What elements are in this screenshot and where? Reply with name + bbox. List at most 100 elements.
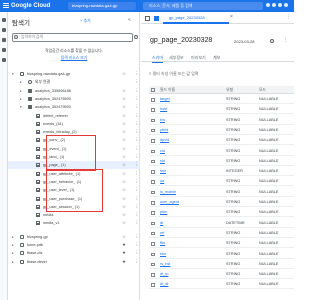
expand-chevron-icon[interactable]: ▸	[20, 78, 22, 86]
menu-icon[interactable]	[3, 3, 9, 9]
row-checkbox[interactable]	[151, 139, 155, 143]
star-icon[interactable]: ☆	[122, 161, 126, 169]
more-icon[interactable]: ⋮	[134, 203, 139, 211]
more-icon[interactable]: ⋮	[134, 120, 139, 128]
more-icon[interactable]: ⋮	[134, 103, 139, 111]
more-icon[interactable]: ⋮	[134, 78, 139, 86]
star-icon[interactable]: ☆	[122, 178, 126, 186]
explorer-search-input[interactable]: 입력하여 검색	[12, 33, 133, 42]
avatar[interactable]	[284, 3, 288, 7]
star-icon[interactable]: ☆	[122, 170, 126, 178]
expand-chevron-icon[interactable]: ▾	[12, 70, 14, 78]
project-selector[interactable]: bizspring-rawdata-ga4-gp	[68, 2, 136, 10]
tree-row[interactable]: ▸ analytics_352476590 ☆ ⋮	[8, 95, 140, 103]
more-icon[interactable]: ⋮	[134, 95, 139, 103]
star-icon[interactable]: ☆	[122, 203, 126, 211]
row-checkbox[interactable]	[151, 221, 155, 226]
tree-row[interactable]: ▸ bizspring-gp ☆ ⋮	[8, 233, 140, 241]
more-icon[interactable]: ⋮	[134, 170, 139, 178]
column-header-mode[interactable]: 모드	[259, 86, 266, 94]
select-all-checkbox[interactable]	[151, 88, 155, 92]
row-checkbox[interactable]	[151, 159, 155, 164]
more-icon[interactable]: ⋮	[134, 136, 139, 144]
star-icon[interactable]: ☆	[122, 87, 126, 95]
tab-details[interactable]: 세부정보	[169, 53, 184, 62]
search-icon[interactable]	[2, 28, 6, 32]
more-icon[interactable]: ⋮	[134, 178, 139, 186]
star-icon[interactable]: ☆	[122, 186, 126, 194]
field-name[interactable]: rs_hst	[160, 260, 170, 269]
row-checkbox[interactable]	[151, 262, 155, 267]
tree-row[interactable]: ▸ fbase-cts ★ ⋮	[8, 249, 140, 257]
field-name[interactable]: ffm	[160, 239, 165, 248]
tree-row[interactable]: ▸ fume-pdb ★ ⋮	[8, 241, 140, 249]
expand-chevron-icon[interactable]: ▸	[20, 87, 22, 95]
row-checkbox[interactable]	[151, 170, 155, 174]
field-name[interactable]: pthld	[160, 126, 168, 135]
row-checkbox[interactable]	[151, 201, 155, 205]
more-icon[interactable]: ⋮	[134, 153, 139, 161]
tree-row[interactable]: defect_referrer ☆ ⋮	[8, 112, 140, 120]
star-icon[interactable]: ☆	[122, 153, 126, 161]
more-icon[interactable]: ⋮	[134, 87, 139, 95]
field-name[interactable]: dpvid	[160, 136, 169, 145]
row-checkbox[interactable]	[151, 211, 155, 215]
more-icon[interactable]: ⋮	[134, 258, 139, 266]
tree-row[interactable]: ▸ fbase-devel ★ ⋮	[8, 258, 140, 266]
help-icon[interactable]	[134, 35, 138, 39]
more-icon[interactable]: ⋮	[134, 70, 139, 78]
star-icon[interactable]: ☆	[122, 195, 126, 203]
tree-row[interactable]: ▾ bizspring-rawdata-ga4-gp ☆ ⋮	[8, 70, 140, 78]
expand-chevron-icon[interactable]: ▸	[12, 249, 14, 257]
transfer-icon[interactable]	[2, 58, 6, 62]
field-name[interactable]: ktm	[160, 250, 166, 259]
expand-chevron-icon[interactable]: ▸	[20, 95, 22, 103]
field-name[interactable]: host	[160, 105, 167, 114]
close-icon[interactable]: ×	[230, 14, 233, 20]
field-name[interactable]: is_mobile	[160, 188, 176, 197]
cloud-shell-icon[interactable]	[266, 3, 270, 7]
field-name[interactable]: ua	[160, 177, 164, 186]
row-checkbox[interactable]	[151, 190, 155, 195]
expand-chevron-icon[interactable]: ▸	[12, 241, 14, 249]
star-icon[interactable]: ☆	[122, 120, 126, 128]
star-icon[interactable]: ☆	[122, 95, 126, 103]
field-name[interactable]: dt_dt	[160, 280, 168, 289]
row-checkbox[interactable]	[151, 108, 155, 112]
partition-date-select[interactable]: 2023-03-28	[234, 39, 254, 44]
field-name[interactable]: dt	[160, 219, 163, 228]
star-icon[interactable]: ★	[122, 241, 126, 249]
field-name[interactable]: cid	[160, 147, 165, 156]
google-cloud-logo[interactable]: Google Cloud	[11, 2, 50, 10]
tree-row[interactable]: ▸ 외부 연결 ⋮	[8, 78, 140, 86]
row-checkbox[interactable]	[151, 128, 155, 133]
browse-resources-link[interactable]: 탐색 리소스 보기	[12, 56, 136, 61]
star-icon[interactable]: ☆	[122, 219, 126, 227]
field-name[interactable]: ref	[160, 229, 164, 238]
tree-row[interactable]: ▾ analytics_352479590 ☆ ⋮	[8, 103, 140, 111]
more-icon[interactable]: ⋮	[134, 145, 139, 153]
more-icon[interactable]: ⋮	[134, 186, 139, 194]
tree-row[interactable]: media ☆ ⋮	[8, 211, 140, 219]
star-icon[interactable]: ★	[122, 249, 126, 257]
tree-row[interactable]: events_(61) ☆ ⋮	[8, 120, 140, 128]
expand-chevron-icon[interactable]: ▸	[12, 258, 14, 266]
field-name[interactable]: dt_tp	[160, 270, 168, 279]
more-icon[interactable]: ⋮	[134, 161, 139, 169]
tab-lineage[interactable]: 계보	[213, 53, 220, 62]
row-checkbox[interactable]	[151, 98, 155, 102]
collapse-panel-icon[interactable]: «	[128, 17, 131, 23]
notifications-icon[interactable]	[272, 3, 276, 7]
star-icon[interactable]: ☆	[122, 233, 126, 241]
field-name[interactable]: user_agent	[160, 198, 179, 207]
star-icon[interactable]: ☆	[122, 211, 126, 219]
more-icon[interactable]: ⋮	[134, 219, 139, 227]
star-icon[interactable]: ☆	[122, 70, 126, 78]
star-icon[interactable]: ☆	[122, 112, 126, 120]
row-checkbox[interactable]	[151, 180, 155, 184]
more-icon[interactable]: ⋮	[286, 14, 291, 20]
field-name[interactable]: pbm	[160, 208, 167, 217]
star-icon[interactable]: ☆	[122, 136, 126, 144]
tree-row[interactable]: media_v1 ☆ ⋮	[8, 219, 140, 227]
schedule-icon[interactable]	[2, 48, 6, 52]
